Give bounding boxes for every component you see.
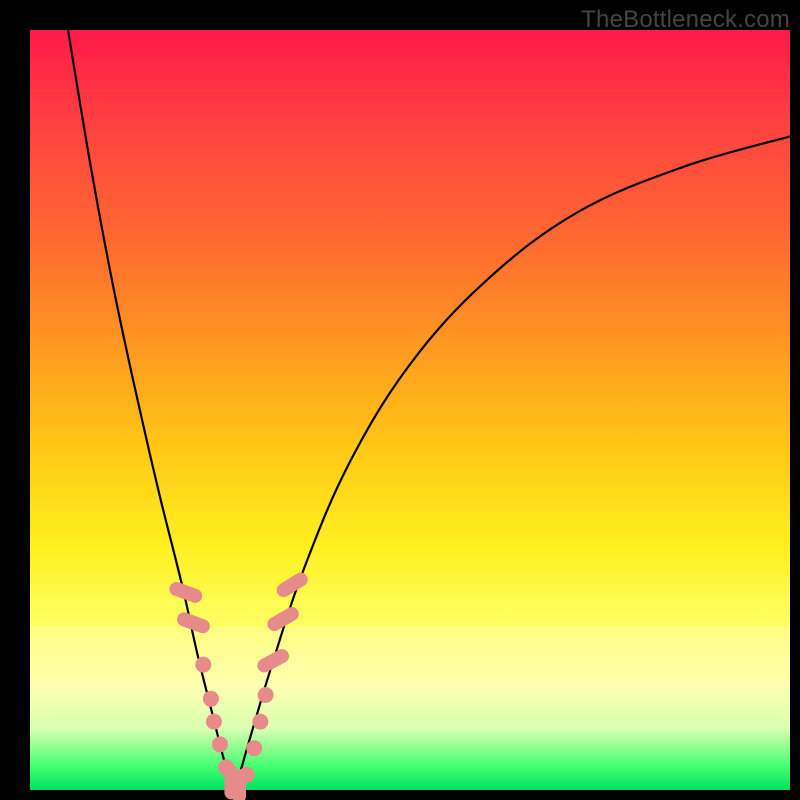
chart-marker-dot (212, 736, 228, 752)
chart-marker-dot (239, 767, 255, 783)
chart-marker-dot (203, 691, 219, 707)
chart-marker-pill (255, 647, 292, 675)
chart-marker-dot (246, 740, 262, 756)
chart-marker-dot (258, 687, 274, 703)
chart-marker-pill (274, 570, 310, 600)
chart-marker-dot (195, 657, 211, 673)
chart-svg (30, 30, 790, 790)
chart-marker-dot (252, 714, 268, 730)
curve-left-branch (68, 30, 235, 790)
curve-group (68, 30, 790, 790)
curve-right-branch (235, 136, 790, 790)
marker-layer (167, 570, 310, 800)
plot-area (30, 30, 790, 790)
chart-frame: TheBottleneck.com (0, 0, 800, 800)
chart-marker-dot (206, 714, 222, 730)
